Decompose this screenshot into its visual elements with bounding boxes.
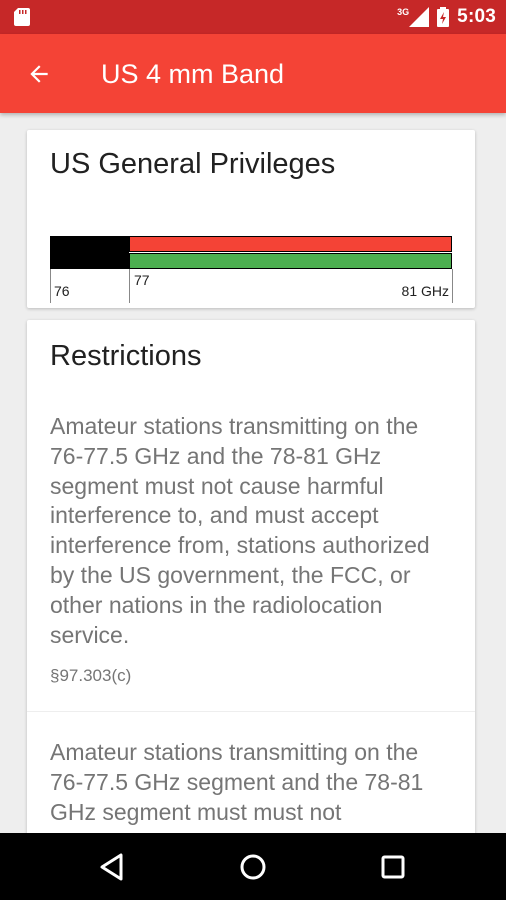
tick-label-76: 76 [54, 283, 70, 299]
band-segment-77-81-green [129, 253, 452, 269]
navigation-bar [0, 833, 506, 900]
divider [27, 711, 475, 712]
home-circle-icon[interactable] [237, 851, 269, 883]
status-bar: 3G 5:03 [0, 0, 506, 34]
app-bar: US 4 mm Band [0, 34, 506, 113]
band-chart: 76 77 81 GHz [50, 236, 453, 303]
back-triangle-icon[interactable] [97, 851, 129, 883]
tick-76 [50, 269, 51, 303]
tick-81 [452, 269, 453, 303]
content-scroll[interactable]: US General Privileges 76 77 81 GHz Restr… [0, 113, 506, 833]
privileges-card: US General Privileges 76 77 81 GHz [27, 130, 475, 308]
band-segment-76-77 [50, 236, 129, 269]
band-segment-77-81-red [129, 236, 452, 252]
tick-label-81: 81 GHz [401, 283, 449, 299]
page-title: US 4 mm Band [101, 59, 285, 89]
privileges-title: US General Privileges [50, 148, 336, 180]
recents-square-icon[interactable] [377, 851, 409, 883]
sd-card-icon [14, 8, 30, 26]
battery-icon [437, 7, 450, 27]
restrictions-title: Restrictions [50, 340, 202, 372]
arrow-back-icon[interactable] [26, 61, 52, 87]
restriction-text: Amateur stations transmitting on the 76-… [50, 739, 424, 825]
restriction-reference: §97.303(c) [50, 666, 132, 685]
restriction-text: Amateur stations transmitting on the 76-… [50, 413, 430, 648]
tick-77 [129, 269, 130, 303]
network-type-label: 3G [397, 7, 410, 17]
clock: 5:03 [457, 6, 496, 27]
restrictions-card: Restrictions Amateur stations transmitti… [27, 320, 475, 833]
tick-label-77: 77 [134, 272, 150, 288]
signal-icon [409, 7, 430, 27]
